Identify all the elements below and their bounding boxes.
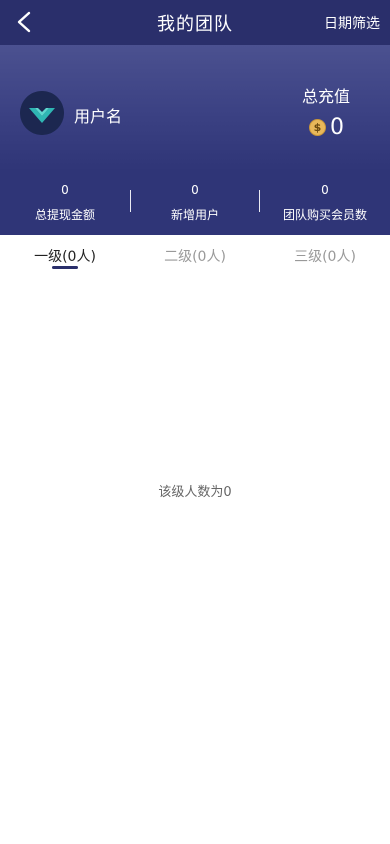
back-button[interactable]	[10, 8, 38, 36]
tab-level-3[interactable]: 三级(0人)	[260, 235, 390, 275]
stat-label: 团队购买会员数	[282, 208, 367, 222]
avatar[interactable]	[20, 91, 64, 135]
tab-label: 三级(0人)	[294, 249, 356, 265]
active-tab-indicator	[52, 266, 78, 269]
chevron-left-icon	[17, 11, 31, 33]
page-title: 我的团队	[157, 13, 233, 35]
stat-value: 0	[321, 183, 329, 197]
stat-divider	[130, 190, 131, 212]
top-nav-bar: 我的团队 日期筛选	[0, 0, 390, 45]
stat-value: 0	[61, 183, 69, 197]
tab-label: 二级(0人)	[164, 249, 226, 265]
date-filter-button[interactable]: 日期筛选	[324, 13, 380, 33]
stat-team-members: 0 团队购买会员数	[260, 171, 390, 235]
empty-state-message: 该级人数为0	[158, 485, 232, 500]
check-logo-icon	[20, 91, 64, 135]
total-recharge-label: 总充值	[301, 87, 350, 106]
profile-header: 用户名 总充值 $ 0	[0, 45, 390, 171]
level-tabs: 一级(0人) 二级(0人) 三级(0人)	[0, 235, 390, 275]
stat-label: 总提现金额	[34, 208, 95, 222]
tab-level-2[interactable]: 二级(0人)	[130, 235, 260, 275]
stat-total-withdrawal: 0 总提现金额	[0, 171, 130, 235]
team-list: 该级人数为0	[0, 275, 390, 844]
stat-value: 0	[191, 183, 199, 197]
tab-label: 一级(0人)	[34, 249, 96, 265]
stats-bar: 0 总提现金额 0 新增用户 0 团队购买会员数	[0, 171, 390, 235]
total-recharge-value: 0	[330, 115, 344, 140]
total-recharge: $ 0	[309, 115, 344, 140]
username: 用户名	[74, 107, 123, 126]
stat-new-users: 0 新增用户	[130, 171, 260, 235]
tab-level-1[interactable]: 一级(0人)	[0, 235, 130, 275]
stat-label: 新增用户	[170, 208, 219, 222]
coin-icon: $	[309, 119, 326, 136]
